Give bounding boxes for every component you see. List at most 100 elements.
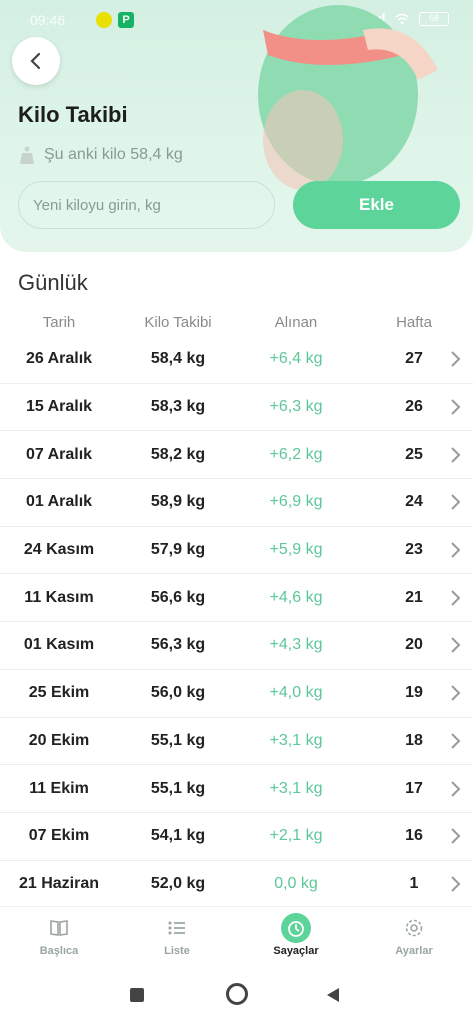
row-week: 23 xyxy=(405,541,423,559)
table-row[interactable]: 24 Kasım 57,9 kg +5,9 kg 23 xyxy=(0,527,473,575)
row-date: 11 Kasım xyxy=(24,588,94,606)
notification-icon xyxy=(96,12,112,28)
nav-item-baslica[interactable]: Başlıca xyxy=(9,913,109,957)
timer-icon xyxy=(281,913,311,943)
table-row[interactable]: 11 Kasım 56,6 kg +4,6 kg 21 xyxy=(0,574,473,623)
row-date: 01 Aralık xyxy=(25,493,93,511)
back-button[interactable] xyxy=(12,37,60,85)
chevron-right-icon xyxy=(451,733,461,749)
chevron-right-icon xyxy=(451,828,461,844)
row-gain: +3,1 kg xyxy=(269,779,323,797)
page-title: Kilo Takibi xyxy=(18,102,128,127)
row-gain: +6,9 kg xyxy=(269,493,323,511)
table-row[interactable]: 07 Aralık 58,2 kg +6,2 kg 25 xyxy=(0,431,473,480)
new-weight-input[interactable] xyxy=(19,182,274,228)
row-gain: +6,3 kg xyxy=(269,398,323,416)
row-weight: 56,0 kg xyxy=(150,684,206,702)
chevron-right-icon xyxy=(451,685,461,701)
table-row[interactable]: 15 Aralık 58,3 kg +6,3 kg 26 xyxy=(0,384,473,432)
row-week: 21 xyxy=(405,588,423,606)
row-week: 26 xyxy=(405,398,423,416)
row-gain: +6,4 kg xyxy=(269,350,323,368)
row-week: 17 xyxy=(405,779,423,797)
col-header-date: Tarih xyxy=(42,314,76,331)
weight-icon xyxy=(20,146,34,164)
table-row[interactable]: 20 Ekim 55,1 kg +3,1 kg 18 xyxy=(0,718,473,766)
chevron-right-icon xyxy=(451,780,461,797)
row-weight: 57,9 kg xyxy=(150,541,206,559)
row-weight: 56,3 kg xyxy=(150,636,206,654)
recents-button[interactable] xyxy=(130,988,144,1002)
status-time: 09:46 xyxy=(30,12,66,28)
row-date: 25 Ekim xyxy=(28,684,90,702)
system-navigation-bar xyxy=(0,968,473,1024)
chevron-left-icon xyxy=(30,52,41,70)
nav-label: Sayaçlar xyxy=(273,945,319,957)
nav-label: Liste xyxy=(164,945,190,957)
row-gain: +4,0 kg xyxy=(269,684,323,702)
chevron-right-icon xyxy=(451,351,461,368)
row-date: 15 Aralık xyxy=(25,398,93,416)
row-date: 26 Aralık xyxy=(25,350,93,368)
weight-log-list: 26 Aralık 58,4 kg +6,4 kg 27 15 Aralık 58,3 … xyxy=(0,336,473,908)
row-weight: 55,1 kg xyxy=(150,731,206,749)
table-row[interactable]: 21 Haziran 52,0 kg 0,0 kg 1 xyxy=(0,861,473,909)
header: 09:46 P 68 Kilo Takibi Şu anki kilo 58,4… xyxy=(0,0,473,252)
row-week: 18 xyxy=(405,731,423,749)
table-row[interactable]: 25 Ekim 56,0 kg +4,0 kg 19 xyxy=(0,670,473,718)
gear-icon xyxy=(399,913,429,943)
row-weight: 52,0 kg xyxy=(150,875,206,893)
row-date: 07 Aralık xyxy=(25,445,93,463)
list-icon xyxy=(162,913,192,943)
chevron-right-icon xyxy=(451,637,461,654)
table-row[interactable]: 26 Aralık 58,4 kg +6,4 kg 27 xyxy=(0,336,473,384)
row-gain: +4,3 kg xyxy=(269,636,323,654)
row-date: 07 Ekim xyxy=(28,827,90,845)
back-nav-button[interactable] xyxy=(325,987,341,1008)
home-button[interactable] xyxy=(226,983,248,1005)
nav-label: Ayarlar xyxy=(395,945,433,957)
book-icon xyxy=(44,913,74,943)
row-gain: +3,1 kg xyxy=(269,731,323,749)
table-row[interactable]: 01 Kasım 56,3 kg +4,3 kg 20 xyxy=(0,622,473,670)
row-date: 21 Haziran xyxy=(18,875,100,893)
row-week: 25 xyxy=(405,445,423,463)
table-row[interactable]: 11 Ekim 55,1 kg +3,1 kg 17 xyxy=(0,765,473,813)
chevron-right-icon xyxy=(451,590,461,606)
row-week: 27 xyxy=(405,350,423,368)
table-row[interactable]: 01 Aralık 58,9 kg +6,9 kg 24 xyxy=(0,479,473,527)
row-week: 19 xyxy=(405,684,423,702)
add-button[interactable]: Ekle xyxy=(293,181,460,229)
nav-item-liste[interactable]: Liste xyxy=(127,913,227,957)
chevron-right-icon xyxy=(451,542,461,558)
row-gain: +5,9 kg xyxy=(269,541,323,559)
col-header-weight: Kilo Takibi xyxy=(144,314,212,331)
row-gain: +2,1 kg xyxy=(269,827,323,845)
row-date: 24 Kasım xyxy=(23,541,95,559)
row-gain: 0,0 kg xyxy=(274,875,318,893)
nav-label: Başlıca xyxy=(39,945,79,957)
nav-item-sayaclar[interactable]: Sayaçlar xyxy=(246,913,346,957)
row-weight: 54,1 kg xyxy=(150,827,206,845)
row-weight: 58,4 kg xyxy=(150,350,206,368)
square-icon xyxy=(130,988,144,1002)
section-title: Günlük xyxy=(18,270,88,295)
chevron-right-icon xyxy=(451,494,461,511)
row-date: 11 Ekim xyxy=(29,779,89,797)
row-week: 16 xyxy=(405,827,423,845)
chevron-right-icon xyxy=(451,399,461,415)
row-week: 1 xyxy=(409,875,419,893)
row-gain: +4,6 kg xyxy=(269,588,323,606)
nav-item-ayarlar[interactable]: Ayarlar xyxy=(364,913,464,957)
row-weight: 55,1 kg xyxy=(150,779,206,797)
chevron-right-icon xyxy=(451,447,461,463)
row-weight: 58,3 kg xyxy=(150,398,206,416)
row-week: 20 xyxy=(405,636,423,654)
current-weight-text: Şu anki kilo 58,4 kg xyxy=(44,146,183,163)
row-weight: 58,2 kg xyxy=(150,445,206,463)
circle-icon xyxy=(226,983,248,1005)
table-row[interactable]: 07 Ekim 54,1 kg +2,1 kg 16 xyxy=(0,813,473,861)
row-week: 24 xyxy=(405,493,423,511)
bottom-navigation: Başlıca Liste Sayaçlar Ayarlar xyxy=(0,906,473,968)
new-weight-field[interactable] xyxy=(18,181,275,229)
